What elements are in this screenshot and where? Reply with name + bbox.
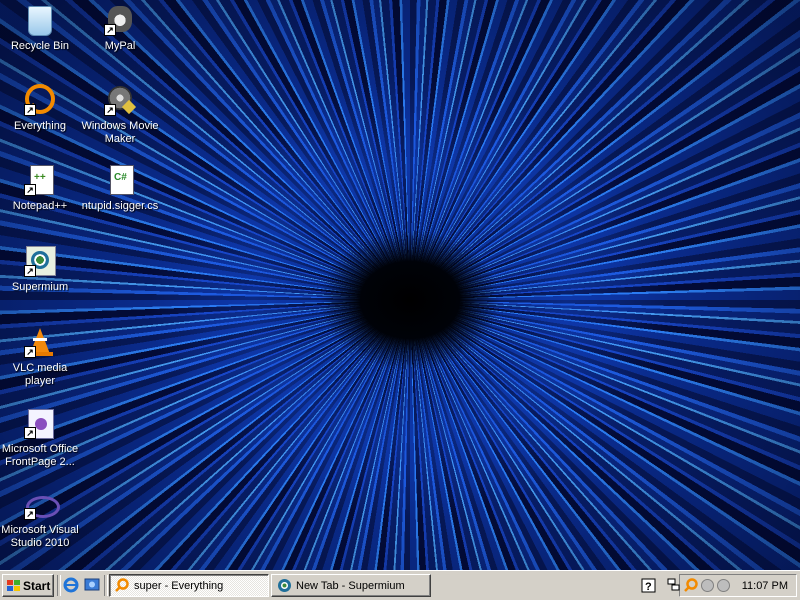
shortcut-arrow-icon: ↗ <box>24 104 36 116</box>
taskbar-button-label: New Tab - Supermium <box>296 580 405 592</box>
everything-search-icon[interactable] <box>684 578 699 593</box>
notepad-plus-plus-icon: ++ ↗ <box>24 164 56 196</box>
visual-studio-icon: ↗ <box>24 488 60 520</box>
quick-launch-separator <box>57 575 61 596</box>
desktop-icon-label: ntupid.sigger.cs <box>81 200 159 212</box>
desktop-icon-everything[interactable]: ↗ Everything <box>0 84 80 133</box>
shortcut-arrow-icon: ↗ <box>24 265 36 277</box>
supermium-icon: ↗ <box>24 245 56 277</box>
quick-launch-separator <box>104 575 108 596</box>
desktop-icon-movie-maker[interactable]: ↗ Windows Movie Maker <box>80 84 160 146</box>
shortcut-arrow-icon: ↗ <box>104 104 116 116</box>
shortcut-arrow-icon: ↗ <box>104 24 116 36</box>
network-icon[interactable] <box>666 578 681 593</box>
desktop-icon-label: Microsoft Office FrontPage 2... <box>1 443 79 468</box>
clock[interactable]: 11:07 PM <box>742 580 788 592</box>
supermium-icon <box>277 578 292 593</box>
desktop-icon-csharp-file[interactable]: C# ntupid.sigger.cs <box>80 164 160 213</box>
windows-flag-icon <box>7 580 20 592</box>
taskbar-button-supermium[interactable]: New Tab - Supermium <box>271 574 431 597</box>
desktop-icon-label: Notepad++ <box>12 200 68 212</box>
desktop-icon-vlc[interactable]: ↗ VLC media player <box>0 326 80 388</box>
start-label: Start <box>23 579 51 593</box>
shortcut-arrow-icon: ↗ <box>24 508 36 520</box>
system-tray: ? 11:07 PM <box>641 574 797 597</box>
desktop-icon-frontpage[interactable]: ↗ Microsoft Office FrontPage 2... <box>0 407 80 469</box>
desktop-icon-label: Windows Movie Maker <box>81 120 159 145</box>
desktop-icon-visual-studio[interactable]: ↗ Microsoft Visual Studio 2010 <box>0 488 80 550</box>
desktop-icon-mypal[interactable]: ↗ MyPal <box>80 4 160 53</box>
show-desktop-icon[interactable] <box>84 577 100 593</box>
desktop-icon-supermium[interactable]: ↗ Supermium <box>0 245 80 294</box>
frontpage-icon: ↗ <box>24 407 56 439</box>
tray-circle-icon[interactable] <box>716 578 731 593</box>
help-icon[interactable]: ? <box>641 578 656 593</box>
movie-maker-icon: ↗ <box>104 84 137 116</box>
desktop-icon-notepad-plus-plus[interactable]: ++ ↗ Notepad++ <box>0 164 80 213</box>
shortcut-arrow-icon: ↗ <box>24 427 36 439</box>
taskbar: Start super - Everything New Tab - Super… <box>0 570 800 600</box>
desktop-icon-label: MyPal <box>104 40 136 52</box>
start-button[interactable]: Start <box>2 574 54 597</box>
desktop-icon-label: Recycle Bin <box>10 40 70 52</box>
everything-search-icon: ↗ <box>24 84 56 116</box>
desktop-icon-label: Microsoft Visual Studio 2010 <box>1 524 79 549</box>
taskbar-button-everything[interactable]: super - Everything <box>109 574 269 597</box>
vlc-cone-icon: ↗ <box>24 326 56 358</box>
mypal-icon: ↗ <box>104 4 136 36</box>
desktop-icon-label: Supermium <box>11 281 69 293</box>
desktop-icon-recycle-bin[interactable]: Recycle Bin <box>0 4 80 53</box>
desktop-icon-label: Everything <box>14 120 66 132</box>
everything-search-icon <box>115 578 130 593</box>
taskbar-button-label: super - Everything <box>134 580 224 592</box>
csharp-file-icon: C# <box>104 164 136 196</box>
svg-text:?: ? <box>645 581 652 593</box>
recycle-bin-icon <box>24 4 56 36</box>
desktop-icon-label: VLC media player <box>12 362 68 387</box>
shortcut-arrow-icon: ↗ <box>24 184 36 196</box>
shortcut-arrow-icon: ↗ <box>24 346 36 358</box>
internet-explorer-icon[interactable] <box>63 577 79 593</box>
tray-circle-icon[interactable] <box>700 578 715 593</box>
desktop-wallpaper: Recycle Bin ↗ Everything ++ ↗ Notepad++ … <box>0 0 800 570</box>
